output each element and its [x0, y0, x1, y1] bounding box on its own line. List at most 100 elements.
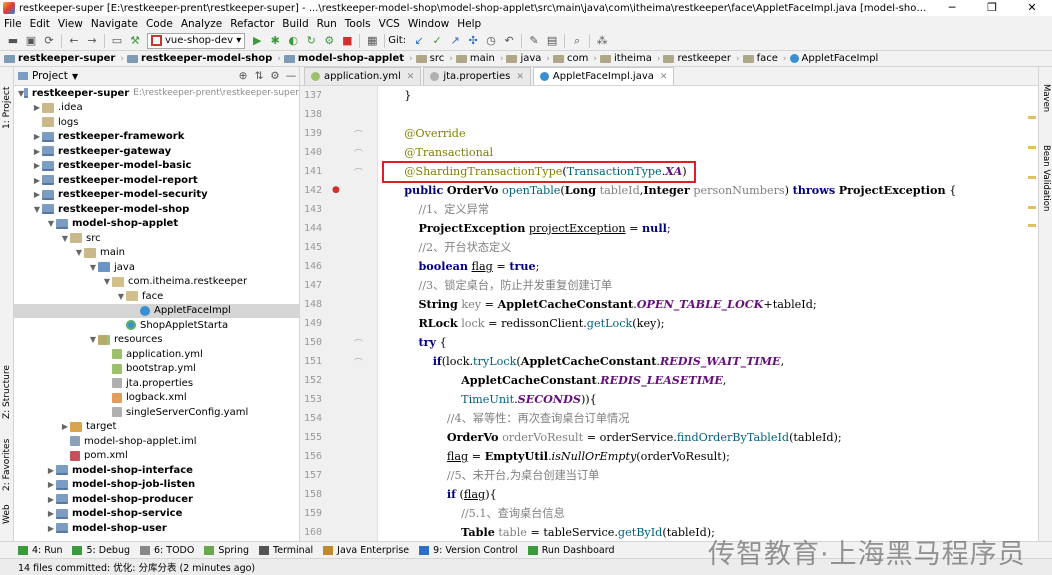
chevron-down-icon[interactable]: ▼	[60, 234, 70, 243]
chevron-right-icon[interactable]: ▶	[46, 466, 56, 475]
tree-item[interactable]: model-shop-applet.iml	[14, 434, 299, 449]
translate-icon[interactable]: ⁂	[593, 33, 611, 49]
tree-item[interactable]: ▶ restkeeper-model-report	[14, 173, 299, 188]
tree-item[interactable]: ▼ restkeeper-model-shop	[14, 202, 299, 217]
tree-item[interactable]: singleServerConfig.yaml	[14, 405, 299, 420]
code-line[interactable]: if (flag){	[390, 485, 497, 504]
gear-icon[interactable]: ⚙	[267, 70, 283, 82]
code-line[interactable]: //1、定义异常	[390, 200, 489, 219]
tree-item[interactable]: ▶ restkeeper-model-basic	[14, 159, 299, 174]
bottom-tool-terminal[interactable]: Terminal	[259, 545, 323, 556]
code-line[interactable]: String key = AppletCacheConstant.OPEN_TA…	[390, 295, 816, 314]
menu-item-code[interactable]: Code	[142, 18, 177, 30]
chevron-down-icon[interactable]: ▼	[46, 219, 56, 228]
bottom-tool-4-run[interactable]: 4: Run	[18, 545, 72, 556]
breadcrumb-item[interactable]: restkeeper	[663, 53, 733, 64]
tree-item[interactable]: ▶ model-shop-service	[14, 507, 299, 522]
chevron-down-icon[interactable]: ▼	[74, 248, 84, 257]
run-config-select[interactable]: vue-shop-dev ▾	[147, 32, 246, 49]
menu-item-edit[interactable]: Edit	[26, 18, 54, 30]
tree-item[interactable]: ▶ model-shop-producer	[14, 492, 299, 507]
tree-item[interactable]: application.yml	[14, 347, 299, 362]
open-folder-icon[interactable]: ▬	[4, 33, 22, 49]
tree-item[interactable]: ▼ model-shop-applet	[14, 217, 299, 232]
code-line[interactable]: //2、开台状态定义	[390, 238, 511, 257]
menu-item-build[interactable]: Build	[278, 18, 312, 30]
minimize-button[interactable]: ─	[932, 0, 972, 16]
error-stripe-mark[interactable]	[1028, 206, 1036, 209]
git-push-icon[interactable]: ↗	[446, 33, 464, 49]
breadcrumb-item[interactable]: itheima	[600, 53, 654, 64]
code-line[interactable]: try {	[390, 333, 446, 352]
fold-icon[interactable]: ⌒	[354, 337, 363, 350]
vcs-icon[interactable]: ▦	[363, 33, 381, 49]
bottom-tool-java-enterprise[interactable]: Java Enterprise	[323, 545, 419, 556]
tree-item[interactable]: ▼ java	[14, 260, 299, 275]
code-line[interactable]: OrderVo orderVoResult = orderService.fin…	[390, 428, 842, 447]
chevron-right-icon[interactable]: ▶	[46, 495, 56, 504]
code-line[interactable]: boolean flag = true;	[390, 257, 539, 276]
chevron-right-icon[interactable]: ▶	[46, 524, 56, 533]
menu-item-run[interactable]: Run	[313, 18, 341, 30]
git-update-icon[interactable]: ↙	[410, 33, 428, 49]
chevron-down-icon[interactable]: ▼	[102, 277, 112, 286]
fold-icon[interactable]: ⌒	[354, 166, 363, 179]
tool-tab-favorites[interactable]: 2: Favorites	[0, 435, 14, 495]
back-icon[interactable]: ←	[65, 33, 83, 49]
stop-icon[interactable]: ■	[338, 33, 356, 49]
override-icon[interactable]: ●	[332, 185, 340, 195]
chevron-right-icon[interactable]: ▶	[32, 161, 42, 170]
breadcrumb-item[interactable]: main	[455, 53, 497, 64]
search-icon[interactable]: ⌕	[568, 33, 586, 49]
tree-item[interactable]: ▶ target	[14, 420, 299, 435]
bottom-tool-6-todo[interactable]: 6: TODO	[140, 545, 204, 556]
tool-tab-structure[interactable]: Z: Structure	[0, 357, 14, 427]
code-line[interactable]: //4、幂等性：再次查询桌台订单情况	[390, 409, 629, 428]
editor-tab[interactable]: AppletFaceImpl.java ✕	[532, 67, 675, 85]
run-icon[interactable]: ▶	[248, 33, 266, 49]
tree-item[interactable]: ▶ restkeeper-framework	[14, 130, 299, 145]
breadcrumb-item[interactable]: face	[742, 53, 780, 64]
code-line[interactable]: public OrderVo openTable(Long tableId,In…	[390, 181, 956, 200]
chevron-right-icon[interactable]: ▶	[46, 480, 56, 489]
git-commit-icon[interactable]: ✓	[428, 33, 446, 49]
chevron-down-icon[interactable]: ▼	[32, 205, 42, 214]
breadcrumb-item[interactable]: AppletFaceImpl	[789, 53, 881, 64]
git-history-icon[interactable]: ◷	[482, 33, 500, 49]
tool-tab-maven[interactable]: Maven	[1039, 73, 1052, 123]
chevron-right-icon[interactable]: ▶	[32, 103, 42, 112]
tree-item[interactable]: logs	[14, 115, 299, 130]
tree-item[interactable]: jta.properties	[14, 376, 299, 391]
code-line[interactable]: flag = EmptyUtil.isNullOrEmpty(orderVoRe…	[390, 447, 730, 466]
tree-item[interactable]: ▶ model-shop-user	[14, 521, 299, 536]
menu-item-help[interactable]: Help	[453, 18, 485, 30]
breadcrumb-item[interactable]: model-shop-applet	[283, 53, 406, 64]
tree-item[interactable]: ▼ resources	[14, 333, 299, 348]
error-stripe-mark[interactable]	[1028, 224, 1036, 227]
tree-item[interactable]: ▶ restkeeper-model-security	[14, 188, 299, 203]
bottom-tool-spring[interactable]: Spring	[204, 545, 259, 556]
tree-item[interactable]: bootstrap.yml	[14, 362, 299, 377]
sdk-icon[interactable]: ▤	[543, 33, 561, 49]
tree-item[interactable]: ▶ model-shop-interface	[14, 463, 299, 478]
tree-item[interactable]: ▼ restkeeper-super E:\restkeeper-prent\res…	[14, 86, 299, 101]
tree-item[interactable]: AppletFaceImpl	[14, 303, 299, 318]
close-icon[interactable]: ✕	[407, 72, 415, 82]
chevron-right-icon[interactable]: ▶	[32, 132, 42, 141]
breadcrumb-item[interactable]: src	[415, 53, 447, 64]
code-line[interactable]: //5.1、查询桌台信息	[390, 504, 565, 523]
debug-icon[interactable]: ✱	[266, 33, 284, 49]
tree-item[interactable]: pom.xml	[14, 449, 299, 464]
tree-item[interactable]: ▼ main	[14, 246, 299, 261]
fold-icon[interactable]: ⌒	[354, 128, 363, 141]
bottom-tool-5-debug[interactable]: 5: Debug	[72, 545, 140, 556]
chevron-right-icon[interactable]: ▶	[60, 422, 70, 431]
bottom-tool-9-version-control[interactable]: 9: Version Control	[419, 545, 528, 556]
menu-item-file[interactable]: File	[0, 18, 26, 30]
menu-item-navigate[interactable]: Navigate	[87, 18, 142, 30]
breadcrumb-item[interactable]: com	[553, 53, 590, 64]
tree-item[interactable]: ▶ .idea	[14, 101, 299, 116]
coverage-icon[interactable]: ◐	[284, 33, 302, 49]
code-line[interactable]: //5、未开台,为桌台创建当订单	[390, 466, 599, 485]
chevron-down-icon[interactable]: ▼	[72, 72, 78, 81]
